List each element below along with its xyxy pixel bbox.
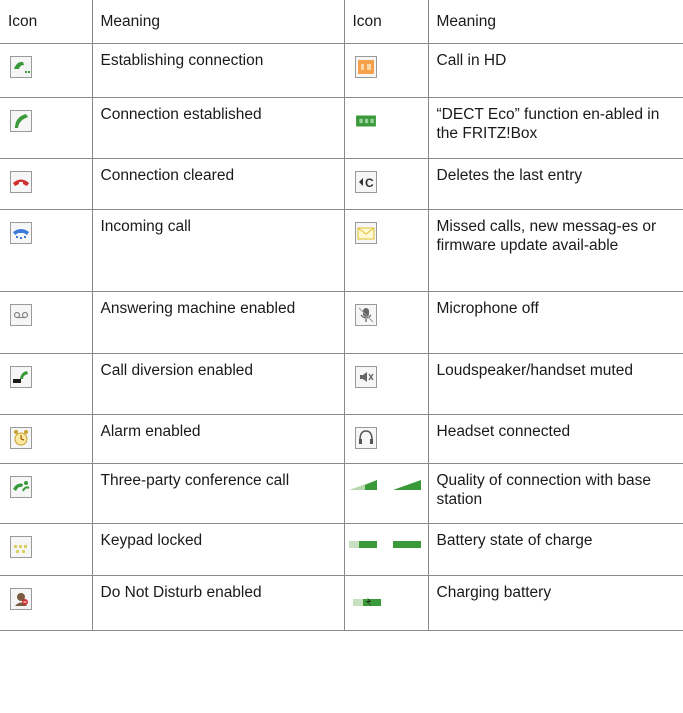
handset-red-icon [10,171,32,193]
table-row: Connection established “DECT Eco” functi… [0,97,683,159]
alarm-icon [10,427,32,449]
meaning-cell: Battery state of charge [428,523,683,576]
header-meaning: Meaning [92,0,345,44]
table-row: Establishing connection Call in HD [0,43,683,98]
microphone-off-icon [354,304,377,326]
do-not-disturb-icon [10,588,32,610]
envelope-icon [354,222,377,244]
conference-call-icon [10,476,32,498]
meaning-cell: Call in HD [428,43,683,98]
hd-call-icon [354,56,377,78]
headset-icon [354,427,377,449]
meaning-cell: Charging battery [428,575,683,631]
meaning-cell: Alarm enabled [92,414,345,464]
keypad-locked-icon [10,536,32,558]
meaning-cell: Three-party conference call [92,463,345,524]
header-icon-2: Icon [344,0,429,44]
meaning-cell: Quality of connection with base station [428,463,683,524]
call-diversion-icon [10,366,32,388]
meaning-cell: Incoming call [92,209,345,292]
header-meaning-2: Meaning [428,0,683,44]
meaning-cell: Answering machine enabled [92,291,345,354]
table-row: Three-party conference call Quality of c… [0,463,683,524]
meaning-cell: Missed calls, new messag-es or firmware … [428,209,683,292]
table-row: Incoming call Missed calls, new messag-e… [0,209,683,292]
table-row: Do Not Disturb enabled Charging battery [0,575,683,631]
svg-text:C: C [365,176,374,190]
table-row: Alarm enabled Headset connected [0,414,683,464]
meaning-cell: Deletes the last entry [428,158,683,210]
establishing-connection-icon [10,56,32,78]
incoming-call-icon [10,222,32,244]
meaning-cell: Do Not Disturb enabled [92,575,345,631]
meaning-cell: Call diversion enabled [92,353,345,415]
signal-quality-icon [348,476,423,497]
battery-charging-icon [352,594,383,613]
meaning-cell: Loudspeaker/handset muted [428,353,683,415]
clear-icon: C [354,171,377,193]
table-row: Connection cleared C Deletes the last en… [0,158,683,210]
speaker-muted-icon [354,366,377,388]
table-row: Keypad locked Battery state of charge [0,523,683,576]
meaning-cell: Headset connected [428,414,683,464]
answering-machine-icon [10,304,32,326]
table-row: Answering machine enabled Microphone off [0,291,683,354]
table-row: Call diversion enabled Loudspeaker/hands… [0,353,683,415]
header-row: Icon Meaning Icon Meaning [0,0,683,44]
header-icon: Icon [0,0,93,44]
meaning-cell: Microphone off [428,291,683,354]
meaning-cell: “DECT Eco” function en-abled in the FRIT… [428,97,683,159]
meaning-cell: Establishing connection [92,43,345,98]
meaning-cell: Connection established [92,97,345,159]
battery-icon [348,536,423,555]
dect-eco-icon [355,110,377,132]
icon-legend-table: Icon Meaning Icon Meaning Establishing c… [0,0,683,631]
handset-green-icon [10,110,32,132]
meaning-cell: Connection cleared [92,158,345,210]
meaning-cell: Keypad locked [92,523,345,576]
